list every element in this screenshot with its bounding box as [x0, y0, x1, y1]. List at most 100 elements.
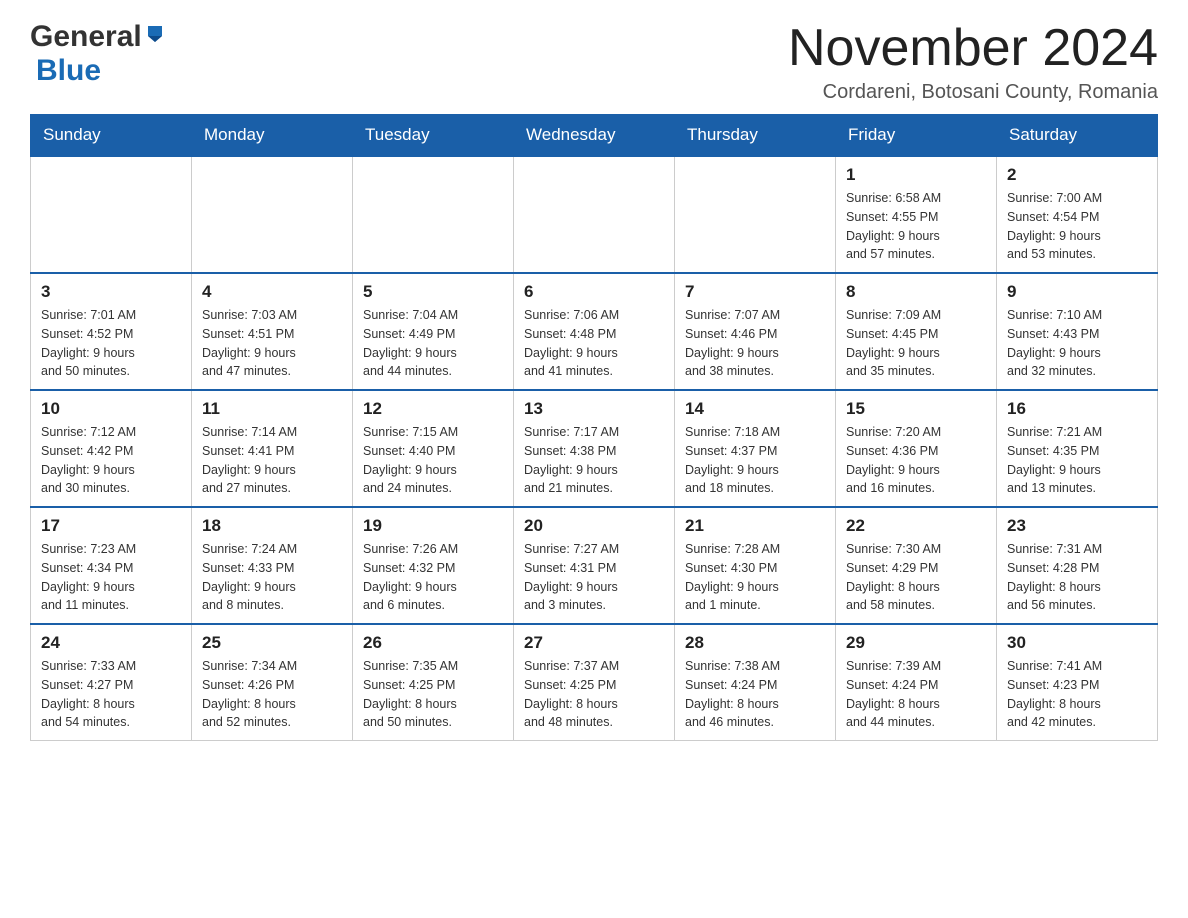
day-info: Sunrise: 7:06 AM Sunset: 4:48 PM Dayligh… — [524, 306, 664, 381]
calendar-cell: 24 Sunrise: 7:33 AM Sunset: 4:27 PM Dayli… — [31, 624, 192, 741]
day-number: 15 — [846, 399, 986, 419]
day-number: 5 — [363, 282, 503, 302]
day-info: Sunrise: 7:18 AM Sunset: 4:37 PM Dayligh… — [685, 423, 825, 498]
col-wednesday: Wednesday — [514, 115, 675, 157]
calendar-cell: 21 Sunrise: 7:28 AM Sunset: 4:30 PM Dayli… — [675, 507, 836, 624]
calendar-cell: 7Sunrise: 7:07 AM Sunset: 4:46 PM Daylig… — [675, 273, 836, 390]
day-info: Sunrise: 7:00 AM Sunset: 4:54 PM Dayligh… — [1007, 189, 1147, 264]
day-info: Sunrise: 7:27 AM Sunset: 4:31 PM Dayligh… — [524, 540, 664, 615]
day-info: Sunrise: 7:37 AM Sunset: 4:25 PM Dayligh… — [524, 657, 664, 732]
calendar-week-4: 17 Sunrise: 7:23 AM Sunset: 4:34 PM Dayli… — [31, 507, 1158, 624]
day-info: Sunrise: 7:10 AM Sunset: 4:43 PM Dayligh… — [1007, 306, 1147, 381]
calendar-cell: 28 Sunrise: 7:38 AM Sunset: 4:24 PM Dayli… — [675, 624, 836, 741]
day-info: Sunrise: 7:39 AM Sunset: 4:24 PM Dayligh… — [846, 657, 986, 732]
day-info: Sunrise: 7:26 AM Sunset: 4:32 PM Dayligh… — [363, 540, 503, 615]
day-info: Sunrise: 7:33 AM Sunset: 4:27 PM Dayligh… — [41, 657, 181, 732]
day-number: 17 — [41, 516, 181, 536]
calendar-cell: 12 Sunrise: 7:15 AM Sunset: 4:40 PM Dayli… — [353, 390, 514, 507]
calendar-cell: 26 Sunrise: 7:35 AM Sunset: 4:25 PM Dayli… — [353, 624, 514, 741]
calendar-cell: 20 Sunrise: 7:27 AM Sunset: 4:31 PM Dayli… — [514, 507, 675, 624]
calendar-cell — [353, 156, 514, 273]
logo-general-text: General — [30, 20, 142, 54]
day-number: 6 — [524, 282, 664, 302]
col-tuesday: Tuesday — [353, 115, 514, 157]
calendar-cell: 5 Sunrise: 7:04 AM Sunset: 4:49 PM Daylig… — [353, 273, 514, 390]
day-number: 2 — [1007, 165, 1147, 185]
col-monday: Monday — [192, 115, 353, 157]
calendar-cell: 22 Sunrise: 7:30 AM Sunset: 4:29 PM Dayli… — [836, 507, 997, 624]
page-header: General Blue November 2024 Cordareni, Bo… — [30, 20, 1158, 104]
day-number: 19 — [363, 516, 503, 536]
day-number: 21 — [685, 516, 825, 536]
calendar-cell — [192, 156, 353, 273]
calendar-cell: 17 Sunrise: 7:23 AM Sunset: 4:34 PM Dayli… — [31, 507, 192, 624]
day-number: 20 — [524, 516, 664, 536]
day-number: 25 — [202, 633, 342, 653]
calendar-week-1: 1Sunrise: 6:58 AM Sunset: 4:55 PM Daylig… — [31, 156, 1158, 273]
calendar-cell: 16Sunrise: 7:21 AM Sunset: 4:35 PM Dayli… — [997, 390, 1158, 507]
col-sunday: Sunday — [31, 115, 192, 157]
day-number: 26 — [363, 633, 503, 653]
day-info: Sunrise: 7:35 AM Sunset: 4:25 PM Dayligh… — [363, 657, 503, 732]
day-info: Sunrise: 7:28 AM Sunset: 4:30 PM Dayligh… — [685, 540, 825, 615]
calendar-cell: 18 Sunrise: 7:24 AM Sunset: 4:33 PM Dayli… — [192, 507, 353, 624]
calendar-cell: 13 Sunrise: 7:17 AM Sunset: 4:38 PM Dayli… — [514, 390, 675, 507]
calendar-cell: 29 Sunrise: 7:39 AM Sunset: 4:24 PM Dayli… — [836, 624, 997, 741]
day-info: Sunrise: 7:38 AM Sunset: 4:24 PM Dayligh… — [685, 657, 825, 732]
day-number: 4 — [202, 282, 342, 302]
calendar-cell: 9 Sunrise: 7:10 AM Sunset: 4:43 PM Daylig… — [997, 273, 1158, 390]
day-number: 9 — [1007, 282, 1147, 302]
day-info: Sunrise: 7:21 AM Sunset: 4:35 PM Dayligh… — [1007, 423, 1147, 498]
day-number: 18 — [202, 516, 342, 536]
calendar-cell: 3Sunrise: 7:01 AM Sunset: 4:52 PM Daylig… — [31, 273, 192, 390]
col-thursday: Thursday — [675, 115, 836, 157]
calendar-cell: 19 Sunrise: 7:26 AM Sunset: 4:32 PM Dayli… — [353, 507, 514, 624]
day-info: Sunrise: 7:12 AM Sunset: 4:42 PM Dayligh… — [41, 423, 181, 498]
day-info: Sunrise: 7:09 AM Sunset: 4:45 PM Dayligh… — [846, 306, 986, 381]
day-number: 8 — [846, 282, 986, 302]
calendar-cell: 15 Sunrise: 7:20 AM Sunset: 4:36 PM Dayli… — [836, 390, 997, 507]
day-number: 30 — [1007, 633, 1147, 653]
day-info: Sunrise: 7:20 AM Sunset: 4:36 PM Dayligh… — [846, 423, 986, 498]
calendar-table: Sunday Monday Tuesday Wednesday Thursday… — [30, 114, 1158, 741]
day-number: 22 — [846, 516, 986, 536]
day-info: Sunrise: 7:14 AM Sunset: 4:41 PM Dayligh… — [202, 423, 342, 498]
calendar-week-2: 3Sunrise: 7:01 AM Sunset: 4:52 PM Daylig… — [31, 273, 1158, 390]
day-info: Sunrise: 7:03 AM Sunset: 4:51 PM Dayligh… — [202, 306, 342, 381]
day-info: Sunrise: 7:04 AM Sunset: 4:49 PM Dayligh… — [363, 306, 503, 381]
calendar-week-3: 10 Sunrise: 7:12 AM Sunset: 4:42 PM Dayli… — [31, 390, 1158, 507]
day-number: 13 — [524, 399, 664, 419]
calendar-cell: 27Sunrise: 7:37 AM Sunset: 4:25 PM Dayli… — [514, 624, 675, 741]
calendar-cell: 10 Sunrise: 7:12 AM Sunset: 4:42 PM Dayli… — [31, 390, 192, 507]
logo: General Blue — [30, 20, 166, 88]
logo-blue-text: Blue — [36, 54, 101, 87]
day-number: 24 — [41, 633, 181, 653]
day-info: Sunrise: 7:34 AM Sunset: 4:26 PM Dayligh… — [202, 657, 342, 732]
day-info: Sunrise: 7:30 AM Sunset: 4:29 PM Dayligh… — [846, 540, 986, 615]
calendar-cell: 8 Sunrise: 7:09 AM Sunset: 4:45 PM Daylig… — [836, 273, 997, 390]
calendar-cell: 25 Sunrise: 7:34 AM Sunset: 4:26 PM Dayli… — [192, 624, 353, 741]
day-number: 23 — [1007, 516, 1147, 536]
day-number: 1 — [846, 165, 986, 185]
calendar-cell: 30Sunrise: 7:41 AM Sunset: 4:23 PM Dayli… — [997, 624, 1158, 741]
day-number: 10 — [41, 399, 181, 419]
day-number: 14 — [685, 399, 825, 419]
calendar-cell: 4 Sunrise: 7:03 AM Sunset: 4:51 PM Daylig… — [192, 273, 353, 390]
day-info: Sunrise: 7:07 AM Sunset: 4:46 PM Dayligh… — [685, 306, 825, 381]
logo-arrow-icon — [144, 22, 166, 49]
day-number: 11 — [202, 399, 342, 419]
day-info: Sunrise: 7:15 AM Sunset: 4:40 PM Dayligh… — [363, 423, 503, 498]
calendar-cell — [514, 156, 675, 273]
day-number: 29 — [846, 633, 986, 653]
day-number: 12 — [363, 399, 503, 419]
day-info: Sunrise: 7:17 AM Sunset: 4:38 PM Dayligh… — [524, 423, 664, 498]
title-section: November 2024 Cordareni, Botosani County… — [788, 20, 1158, 104]
month-year-title: November 2024 — [788, 20, 1158, 77]
calendar-cell: 14 Sunrise: 7:18 AM Sunset: 4:37 PM Dayli… — [675, 390, 836, 507]
day-info: Sunrise: 7:24 AM Sunset: 4:33 PM Dayligh… — [202, 540, 342, 615]
calendar-week-5: 24 Sunrise: 7:33 AM Sunset: 4:27 PM Dayli… — [31, 624, 1158, 741]
day-info: Sunrise: 7:23 AM Sunset: 4:34 PM Dayligh… — [41, 540, 181, 615]
day-number: 28 — [685, 633, 825, 653]
col-friday: Friday — [836, 115, 997, 157]
day-info: Sunrise: 7:31 AM Sunset: 4:28 PM Dayligh… — [1007, 540, 1147, 615]
